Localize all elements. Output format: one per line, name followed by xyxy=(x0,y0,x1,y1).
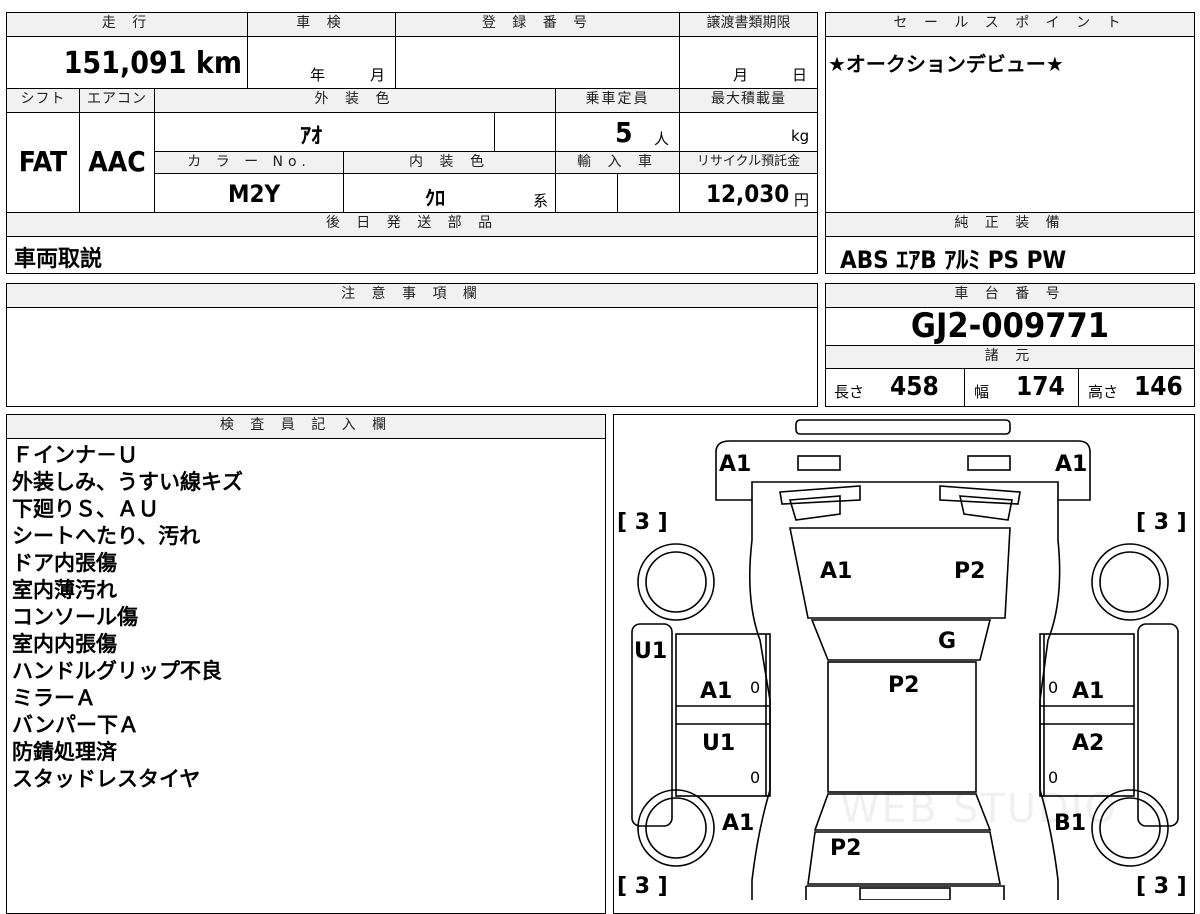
damage-front-right: A1 xyxy=(1055,452,1088,477)
note-line: 下廻りＳ、ＡＵ xyxy=(12,497,159,521)
damage-hood-right: P2 xyxy=(954,559,986,584)
chassis-header: 車 台 番 号 xyxy=(826,284,1194,308)
spec-length-value: 458 xyxy=(890,372,939,402)
watermark: WEB STUDIO xyxy=(840,786,1119,832)
note-line: バンパー下Ａ xyxy=(12,713,140,737)
note-line: コンソール傷 xyxy=(12,605,138,629)
recycle-unit: 円 xyxy=(794,191,810,209)
aircon-value: AAC xyxy=(88,145,146,178)
damage-roof: P2 xyxy=(888,673,920,698)
interior-color-suffix: 系 xyxy=(533,192,549,210)
note-line: スタッドレスタイヤ xyxy=(12,767,201,791)
inspector-notes: Ｆインナ－Ｕ 外装しみ、うすい線キズ 下廻りＳ、ＡＵ シートへたり、汚れ ドア内… xyxy=(12,442,243,793)
recycle-value: 12,030 xyxy=(706,180,790,208)
parts-value: 車両取説 xyxy=(14,247,103,272)
damage-left-rear-door: U1 xyxy=(702,731,736,756)
spec-width-value: 174 xyxy=(1016,372,1065,402)
interior-color-header: 内 装 色 xyxy=(344,152,555,174)
note-line: 室内薄汚れ xyxy=(12,578,117,602)
exterior-color-value: ｱｵ xyxy=(300,124,323,149)
damage-front-left: A1 xyxy=(719,452,752,477)
right-rear-door-mark: 0 xyxy=(1048,768,1059,787)
right-front-door-mark: 0 xyxy=(1048,678,1059,697)
tire-front-right: [ 3 ] xyxy=(1136,510,1187,535)
capacity-header: 乗車定員 xyxy=(556,89,679,113)
transfer-deadline-header: 譲渡書類期限 xyxy=(680,13,817,37)
note-line: ハンドルグリップ不良 xyxy=(12,659,222,683)
recycle-header: リサイクル預託金 xyxy=(680,152,817,174)
sales-point-header: セ ー ル ス ポ イ ン ト xyxy=(826,13,1194,37)
spec-width-label: 幅 xyxy=(974,383,990,401)
parts-header: 後 日 発 送 部 品 xyxy=(7,213,817,237)
max-load-header: 最大積載量 xyxy=(680,89,817,113)
caution-header: 注 意 事 項 欄 xyxy=(7,284,817,308)
note-line: Ｆインナ－Ｕ xyxy=(12,443,138,467)
shift-value: FAT xyxy=(18,145,68,178)
damage-right-rear-door: A2 xyxy=(1072,731,1105,756)
tire-front-left: [ 3 ] xyxy=(617,510,668,535)
damage-hood-left: A1 xyxy=(820,559,853,584)
left-front-door-mark: 0 xyxy=(750,678,761,697)
note-line: 室内内張傷 xyxy=(12,632,117,656)
inspection-year-label: 年 xyxy=(310,66,326,84)
left-rear-door-mark: 0 xyxy=(750,768,761,787)
damage-left-front-door: A1 xyxy=(700,679,733,704)
damage-left-fender: U1 xyxy=(634,639,668,664)
note-line: 防錆処理済 xyxy=(12,740,117,764)
tire-rear-right: [ 3 ] xyxy=(1136,874,1187,899)
note-line: 外装しみ、うすい線キズ xyxy=(12,470,243,494)
capacity-value: 5 xyxy=(615,116,633,149)
damage-right-front-door: A1 xyxy=(1072,679,1105,704)
damage-trunk: P2 xyxy=(830,836,862,861)
mileage-value: 151,091 km xyxy=(63,46,242,81)
spec-length-label: 長さ xyxy=(834,383,865,401)
capacity-unit: 人 xyxy=(654,130,670,148)
damage-windshield: G xyxy=(938,629,957,654)
equipment-header: 純 正 装 備 xyxy=(826,213,1194,237)
max-load-unit: kg xyxy=(791,127,810,145)
tire-rear-left: [ 3 ] xyxy=(617,874,668,899)
note-line: ドア内張傷 xyxy=(12,551,117,575)
damage-left-rear-quarter: A1 xyxy=(722,811,755,836)
color-no-header: カ ラ ー No. xyxy=(155,152,343,174)
interior-color-value: ｸﾛ xyxy=(425,186,445,210)
aircon-header: エアコン xyxy=(80,89,154,113)
sales-point-text: ★オークションデビュー★ xyxy=(828,52,1064,76)
registration-header: 登 録 番 号 xyxy=(396,13,679,37)
note-line: シートへたり、汚れ xyxy=(12,524,201,548)
transfer-month-label: 月 xyxy=(733,66,749,84)
specs-header: 諸 元 xyxy=(826,346,1194,369)
inspection-month-label: 月 xyxy=(370,66,386,84)
chassis-number: GJ2-009771 xyxy=(910,306,1110,346)
color-no-value: M2Y xyxy=(228,180,281,208)
mileage-header: 走 行 xyxy=(7,13,247,37)
spec-height-value: 146 xyxy=(1134,372,1183,402)
import-header: 輸 入 車 xyxy=(556,152,679,174)
inspection-header: 車 検 xyxy=(248,13,395,37)
transfer-day-label: 日 xyxy=(792,66,808,84)
inspector-header: 検 査 員 記 入 欄 xyxy=(7,415,605,439)
spec-height-label: 高さ xyxy=(1088,383,1119,401)
note-line: ミラーＡ xyxy=(12,686,96,710)
exterior-color-header: 外 装 色 xyxy=(155,89,555,113)
shift-header: シフト xyxy=(7,89,79,113)
equipment-value: ABS ｴｱB ｱﾙﾐ PS PW xyxy=(840,246,1067,274)
